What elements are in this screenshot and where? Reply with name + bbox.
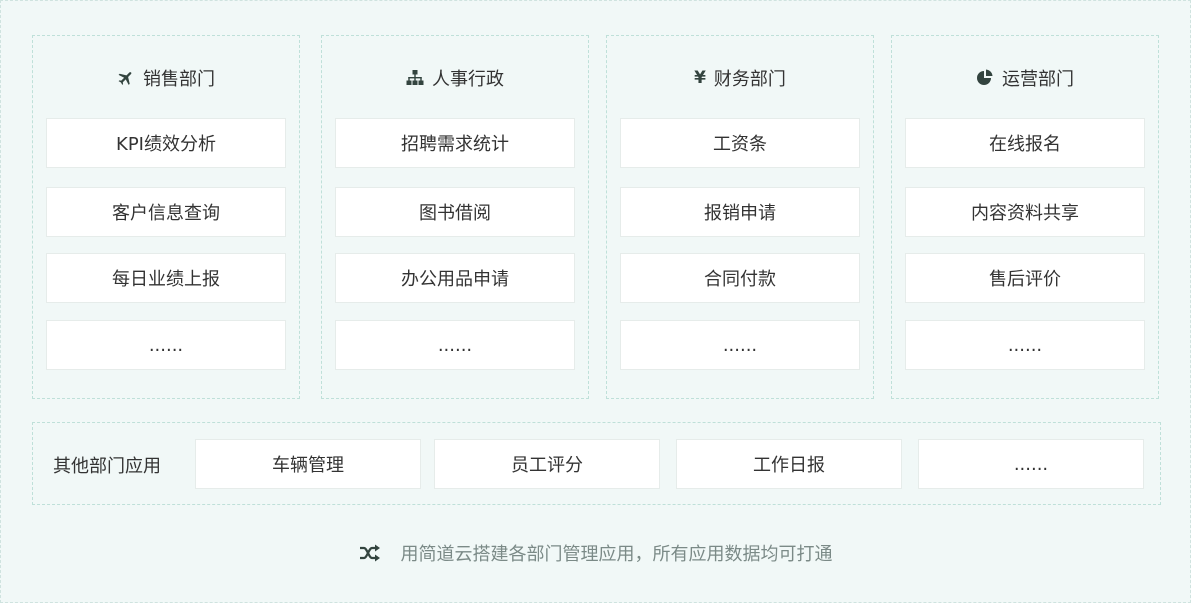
department-panel-sales: 销售部门 KPI绩效分析 客户信息查询 每日业绩上报 ...... <box>32 35 300 399</box>
pie-chart-icon <box>976 69 994 87</box>
app-card[interactable]: 内容资料共享 <box>905 187 1145 237</box>
app-card[interactable]: 售后评价 <box>905 253 1145 303</box>
org-chart-icon <box>406 70 424 86</box>
app-card[interactable]: 办公用品申请 <box>335 253 575 303</box>
app-card[interactable]: 每日业绩上报 <box>46 253 286 303</box>
app-card[interactable]: 工资条 <box>620 118 860 168</box>
diagram-canvas: 销售部门 KPI绩效分析 客户信息查询 每日业绩上报 ...... 人事行政 招… <box>0 0 1191 603</box>
app-card[interactable]: 员工评分 <box>434 439 660 489</box>
department-title: 运营部门 <box>1002 69 1074 90</box>
department-header: ¥ 财务部门 <box>607 64 873 92</box>
app-card-more[interactable]: ...... <box>620 320 860 370</box>
other-departments-title: 其他部门应用 <box>53 455 161 477</box>
airplane-icon <box>117 69 135 87</box>
yen-icon: ¥ <box>694 68 706 88</box>
app-card[interactable]: 报销申请 <box>620 187 860 237</box>
footer-text: 用简道云搭建各部门管理应用，所有应用数据均可打通 <box>400 544 833 565</box>
department-panel-hr: 人事行政 招聘需求统计 图书借阅 办公用品申请 ...... <box>321 35 589 399</box>
app-card-more[interactable]: ...... <box>905 320 1145 370</box>
department-panel-finance: ¥ 财务部门 工资条 报销申请 合同付款 ...... <box>606 35 874 399</box>
app-card[interactable]: 在线报名 <box>905 118 1145 168</box>
app-card[interactable]: 图书借阅 <box>335 187 575 237</box>
app-card[interactable]: 合同付款 <box>620 253 860 303</box>
app-card[interactable]: 招聘需求统计 <box>335 118 575 168</box>
app-card-more[interactable]: ...... <box>918 439 1144 489</box>
app-card-more[interactable]: ...... <box>46 320 286 370</box>
app-card-more[interactable]: ...... <box>335 320 575 370</box>
department-header: 销售部门 <box>33 64 299 92</box>
footer-note: 用简道云搭建各部门管理应用，所有应用数据均可打通 <box>1 539 1190 567</box>
other-departments-panel: 其他部门应用 车辆管理 员工评分 工作日报 ...... <box>32 422 1161 505</box>
department-header: 运营部门 <box>892 64 1158 92</box>
department-panel-operations: 运营部门 在线报名 内容资料共享 售后评价 ...... <box>891 35 1159 399</box>
department-title: 人事行政 <box>432 69 504 90</box>
app-card[interactable]: 车辆管理 <box>195 439 421 489</box>
app-card[interactable]: 工作日报 <box>676 439 902 489</box>
department-title: 销售部门 <box>143 69 215 90</box>
shuffle-icon <box>359 544 381 562</box>
app-card[interactable]: 客户信息查询 <box>46 187 286 237</box>
department-title: 财务部门 <box>713 69 786 90</box>
department-header: 人事行政 <box>322 64 588 92</box>
app-card[interactable]: KPI绩效分析 <box>46 118 286 168</box>
